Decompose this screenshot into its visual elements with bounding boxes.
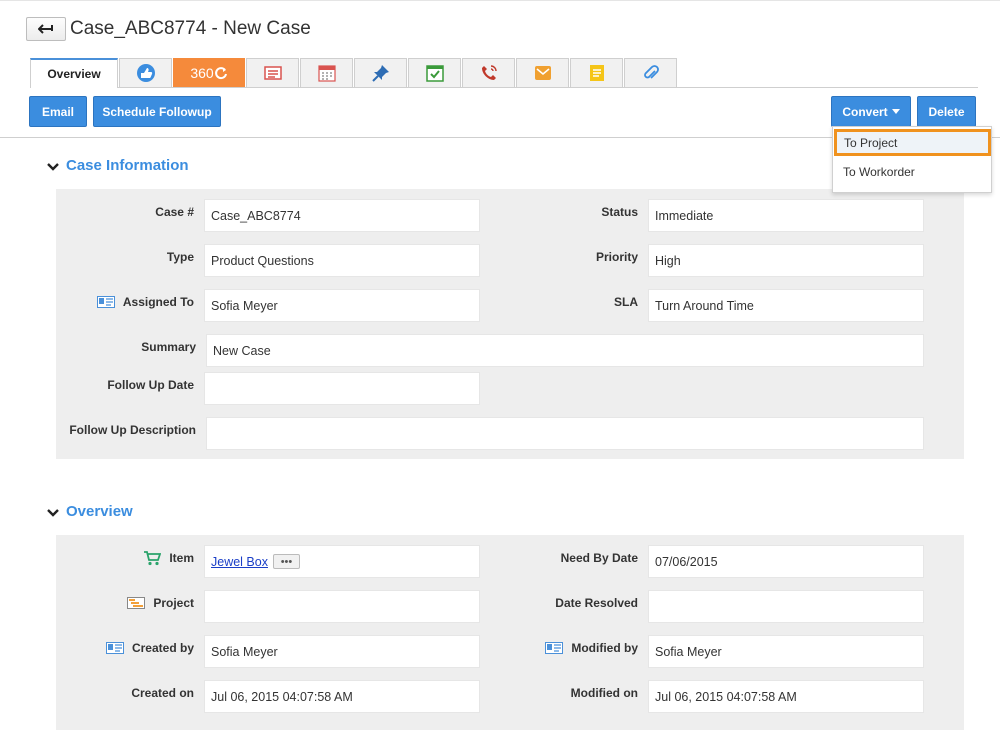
status-value: Immediate [648, 199, 924, 232]
created-on-value: Jul 06, 2015 04:07:58 AM [204, 680, 480, 713]
contact-card-icon [96, 296, 115, 308]
case-number-label: Case # [155, 205, 194, 219]
tab-calendar[interactable] [300, 58, 353, 87]
sla-label: SLA [614, 295, 638, 309]
tab-attachment[interactable] [624, 58, 677, 87]
modified-on-value: Jul 06, 2015 04:07:58 AM [648, 680, 924, 713]
tab-note[interactable] [570, 58, 623, 87]
case-information-title: Case Information [66, 157, 189, 174]
tab-bar: Overview 360 [30, 58, 678, 88]
assigned-to-value: Sofia Meyer [204, 289, 480, 322]
tab-360[interactable]: 360 [173, 58, 245, 87]
delete-button[interactable]: Delete [917, 96, 976, 127]
task-icon [425, 65, 444, 82]
menu-item-to-project[interactable]: To Project [834, 129, 991, 156]
cart-icon [144, 551, 162, 566]
modified-by-label-text: Modified by [571, 641, 638, 655]
summary-label: Summary [141, 340, 196, 354]
sla-value: Turn Around Time [648, 289, 924, 322]
tab-underline [118, 87, 978, 88]
top-border [0, 0, 1000, 1]
priority-label: Priority [595, 250, 638, 264]
modified-on-label: Modified on [570, 686, 638, 700]
item-link[interactable]: Jewel Box [211, 555, 268, 569]
refresh-icon [214, 67, 227, 80]
project-label: Project [60, 593, 194, 613]
pin-icon [371, 65, 389, 82]
need-by-date-value: 07/06/2015 [648, 545, 924, 578]
tab-360-label: 360 [190, 65, 214, 81]
menu-item-to-workorder[interactable]: To Workorder [833, 159, 991, 185]
need-by-date-label: Need By Date [560, 551, 638, 565]
created-by-value: Sofia Meyer [204, 635, 480, 668]
overview-header[interactable]: Overview [46, 503, 133, 520]
back-button[interactable] [26, 17, 66, 41]
note-icon [589, 65, 604, 81]
calendar-icon [317, 65, 336, 82]
project-value [204, 590, 480, 623]
created-by-label: Created by [60, 638, 194, 658]
mail-icon [534, 66, 551, 80]
like-icon [136, 64, 155, 82]
modified-by-value: Sofia Meyer [648, 635, 924, 668]
status-label: Status [601, 205, 638, 219]
tab-list[interactable] [246, 58, 299, 87]
tab-overview[interactable]: Overview [30, 58, 118, 88]
created-by-label-text: Created by [131, 641, 194, 655]
case-number-value: Case_ABC8774 [204, 199, 480, 232]
page-title: Case_ABC8774 - New Case [70, 18, 311, 39]
assigned-to-label: Assigned To [60, 292, 194, 312]
back-arrow-icon [38, 24, 53, 34]
type-value: Product Questions [204, 244, 480, 277]
date-resolved-value [648, 590, 924, 623]
email-button[interactable]: Email [29, 96, 87, 127]
follow-up-date-label: Follow Up Date [107, 378, 194, 392]
convert-dropdown-menu: To Project To Workorder [832, 126, 992, 193]
item-label: Item [60, 548, 194, 568]
overview-title: Overview [66, 503, 133, 520]
caret-down-icon [891, 109, 900, 114]
follow-up-date-value [204, 372, 480, 405]
item-value: Jewel Box ••• [204, 545, 480, 578]
tab-task[interactable] [408, 58, 461, 87]
item-label-text: Item [169, 551, 194, 565]
summary-value: New Case [206, 334, 924, 367]
list-icon [263, 66, 282, 80]
call-icon [481, 65, 497, 80]
convert-button[interactable]: Convert [831, 96, 911, 127]
chevron-down-icon [47, 508, 59, 517]
tab-call[interactable] [462, 58, 515, 87]
item-more-button[interactable]: ••• [272, 554, 300, 569]
priority-value: High [648, 244, 924, 277]
project-label-text: Project [153, 596, 194, 610]
type-label: Type [166, 250, 194, 264]
assigned-to-label-text: Assigned To [122, 295, 194, 309]
created-on-label: Created on [131, 686, 194, 700]
date-resolved-label: Date Resolved [555, 596, 638, 610]
contact-card-icon [105, 642, 124, 654]
follow-up-description-label: Follow Up Description [69, 423, 196, 437]
tab-pin[interactable] [354, 58, 407, 87]
schedule-followup-button[interactable]: Schedule Followup [93, 96, 221, 127]
chevron-down-icon [47, 162, 59, 171]
tab-mail[interactable] [516, 58, 569, 87]
case-information-header[interactable]: Case Information [46, 157, 189, 174]
follow-up-description-value [206, 417, 924, 450]
convert-label: Convert [842, 104, 888, 119]
tab-like[interactable] [119, 58, 172, 87]
attachment-icon [643, 65, 659, 79]
project-icon [127, 597, 146, 609]
modified-by-label: Modified by [500, 638, 638, 658]
contact-card-icon [545, 642, 564, 654]
